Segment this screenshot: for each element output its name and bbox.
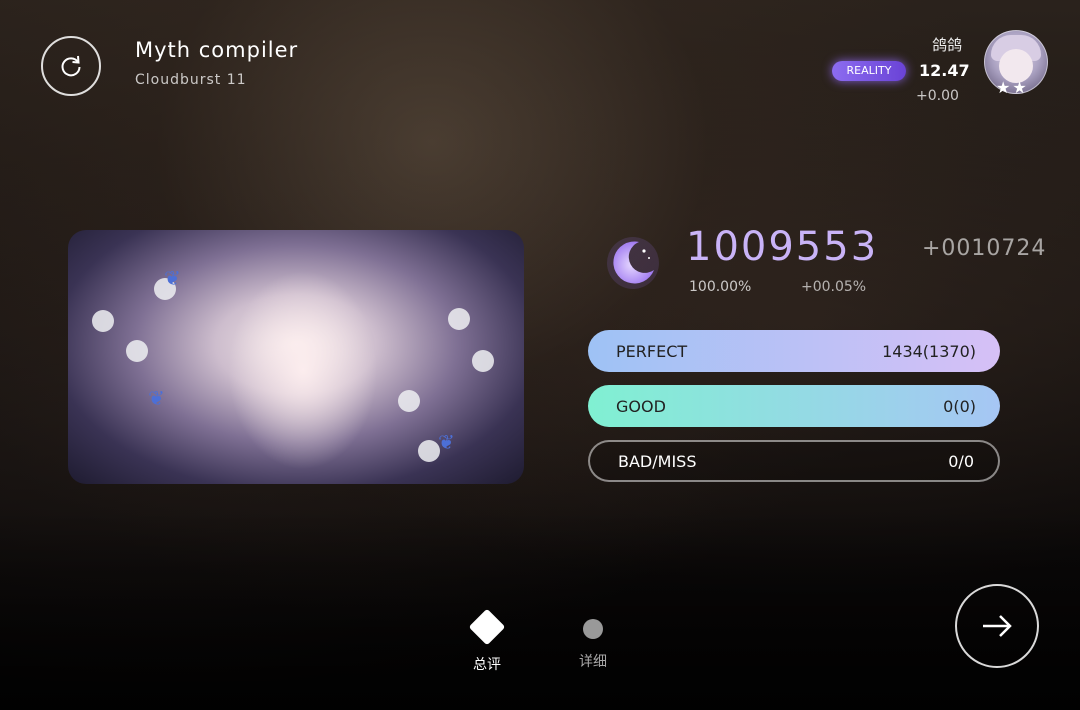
judgement-label: PERFECT: [616, 341, 688, 361]
arrow-right-icon: [983, 615, 1012, 637]
moon-icon: [607, 237, 659, 289]
player-rating: 12.47: [919, 61, 970, 80]
tab-summary[interactable]: 总评: [457, 608, 517, 674]
song-difficulty: Cloudburst 11: [135, 72, 247, 88]
rank-stars: ★★: [996, 78, 1029, 97]
tab-label: 详细: [579, 654, 607, 670]
next-button[interactable]: [955, 584, 1039, 668]
judgement-bad-miss: BAD/MISS 0/0: [588, 440, 1000, 482]
judgement-perfect: PERFECT 1434(1370): [588, 330, 1000, 372]
diamond-icon: [468, 608, 506, 646]
judgement-count: 1434(1370): [882, 341, 976, 361]
butterfly-icon: ❦: [438, 430, 455, 454]
rating-delta: +0.00: [916, 88, 959, 104]
song-title: Myth compiler: [135, 38, 299, 62]
accuracy: 100.00%: [689, 279, 752, 295]
player-name: 鸽鸽: [931, 36, 962, 54]
tab-detail[interactable]: 详细: [563, 610, 623, 671]
judgement-count: 0/0: [948, 451, 974, 471]
butterfly-icon: ❦: [148, 386, 165, 410]
retry-button[interactable]: [41, 36, 101, 96]
judgement-label: GOOD: [616, 396, 666, 416]
judgement-good: GOOD 0(0): [588, 385, 1000, 427]
butterfly-icon: ❦: [164, 266, 181, 290]
judgement-label: BAD/MISS: [618, 451, 697, 471]
song-cover-art: ❦ ❦ ❦: [68, 230, 524, 484]
retry-icon: [61, 55, 81, 77]
score-delta: +0010724: [922, 236, 1047, 261]
judgement-count: 0(0): [943, 396, 976, 416]
score-value: 1009553: [686, 224, 879, 270]
accuracy-delta: +00.05%: [801, 279, 867, 295]
dot-icon: [583, 619, 603, 639]
tab-label: 总评: [473, 657, 501, 673]
reality-badge: REALITY: [832, 61, 906, 81]
